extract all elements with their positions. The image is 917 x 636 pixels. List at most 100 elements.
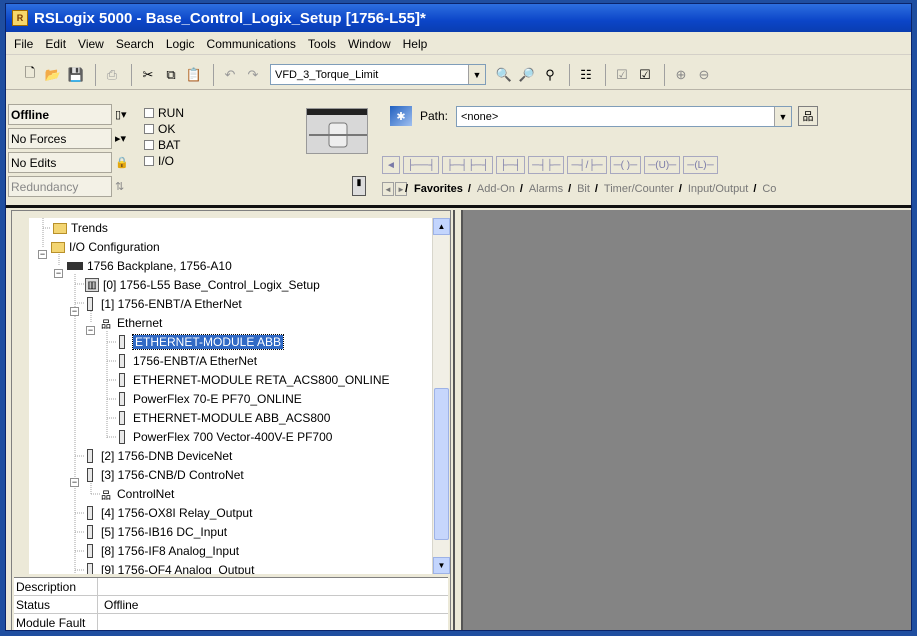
open-icon[interactable]: 📂 xyxy=(43,65,63,85)
tab-add-on[interactable]: Add-On xyxy=(468,183,523,195)
tree-item-controller[interactable]: ▥ [0] 1756-L55 Base_Control_Logix_Setup xyxy=(85,276,320,294)
keyswitch-button[interactable]: ▮ xyxy=(352,176,366,196)
paste-icon[interactable]: 📋 xyxy=(184,65,204,85)
undo-icon[interactable]: ↶ xyxy=(220,65,240,85)
chevron-down-icon[interactable]: ▼ xyxy=(468,65,485,84)
tree-item-label: [8] 1756-IF8 Analog_Input xyxy=(101,544,240,558)
redo-icon[interactable]: ↷ xyxy=(243,65,263,85)
tree-item-io-configuration[interactable]: I/O Configuration xyxy=(51,238,160,256)
ote-icon[interactable]: ─( )─ xyxy=(609,156,642,174)
redundancy-status[interactable]: Redundancy ⇅ xyxy=(8,176,124,197)
menu-view[interactable]: View xyxy=(72,37,110,51)
mode-status[interactable]: Offline ▯▾ xyxy=(8,104,127,125)
module-icon xyxy=(119,335,125,349)
run-indicator: RUN xyxy=(144,106,184,120)
tab-bit[interactable]: Bit xyxy=(568,183,598,195)
find-icon[interactable]: 🔍 xyxy=(494,65,514,85)
ok-label: OK xyxy=(158,122,176,136)
menu-tools[interactable]: Tools xyxy=(302,37,342,51)
tree-item-controlnet[interactable]: 品 ControlNet xyxy=(99,485,174,503)
tree-item-label: [5] 1756-IB16 DC_Input xyxy=(101,525,228,539)
zoom-out-icon[interactable]: ⊖ xyxy=(694,65,714,85)
menu-window[interactable]: Window xyxy=(342,37,397,51)
tree-item-reta-acs800[interactable]: ETHERNET-MODULE RETA_ACS800_ONLINE xyxy=(115,371,390,389)
mode-dropdown-icon[interactable]: ▯▾ xyxy=(115,108,131,121)
module-icon xyxy=(87,506,93,520)
tree-item-ethernet-module-abb[interactable]: ETHERNET-MODULE ABB xyxy=(115,333,285,351)
copy-icon[interactable]: ⧉ xyxy=(161,65,181,85)
splitter[interactable] xyxy=(453,210,463,630)
replace-icon[interactable]: ⚲ xyxy=(540,65,560,85)
collapse-cnb-module[interactable]: − xyxy=(70,478,79,487)
tree-item-trends[interactable]: Trends xyxy=(53,219,108,237)
tab-favorites[interactable]: Favorites xyxy=(405,183,471,195)
tree-item-enbt[interactable]: [1] 1756-ENBT/A EtherNet xyxy=(83,295,242,313)
tab-input-output[interactable]: Input/Output xyxy=(679,183,757,195)
collapse-io-configuration[interactable]: − xyxy=(38,250,47,259)
otu-icon[interactable]: ─(U)─ xyxy=(644,156,681,174)
tree-scrollbar[interactable]: ▲ ▼ xyxy=(432,218,450,574)
tab-alarms[interactable]: Alarms xyxy=(520,183,571,195)
tree-item-backplane[interactable]: 1756 Backplane, 1756-A10 xyxy=(67,257,232,275)
scroll-down-icon[interactable]: ▼ xyxy=(433,557,450,574)
tree-item-pf700[interactable]: PowerFlex 700 Vector-400V-E PF700 xyxy=(115,428,332,446)
communications-path-icon[interactable]: ✱ xyxy=(390,106,412,126)
collapse-enbt-module[interactable]: − xyxy=(70,307,79,316)
menu-file[interactable]: File xyxy=(8,37,39,51)
mode-label: Offline xyxy=(11,107,49,122)
tag-combo[interactable]: VFD_3_Torque_Limit ▼ xyxy=(270,64,486,85)
tree-item-pf70[interactable]: PowerFlex 70-E PF70_ONLINE xyxy=(115,390,302,408)
branch-level-icon[interactable]: ├─┤ xyxy=(495,156,526,174)
collapse-backplane[interactable]: − xyxy=(54,269,63,278)
zoom-in-icon[interactable]: ⊕ xyxy=(671,65,691,85)
forces-dropdown-icon[interactable]: ▸▾ xyxy=(115,132,131,145)
network-tree-icon[interactable]: 品 xyxy=(798,106,818,126)
verify-controller-icon[interactable]: ☑ xyxy=(635,65,655,85)
xic-icon[interactable]: ─┤├─ xyxy=(528,156,565,174)
edits-status[interactable]: No Edits 🔒 xyxy=(8,152,129,173)
save-icon[interactable]: 💾 xyxy=(66,65,86,85)
menu-communications[interactable]: Communications xyxy=(201,37,302,51)
tree-item-ox8i[interactable]: [4] 1756-OX8I Relay_Output xyxy=(83,504,252,522)
path-combo[interactable]: <none> ▼ xyxy=(456,106,792,127)
branch-icon[interactable]: ├─┤├─┤ xyxy=(442,156,493,174)
print-icon[interactable]: ⎙ xyxy=(102,65,122,85)
tree-item-abb-acs800[interactable]: ETHERNET-MODULE ABB_ACS800 xyxy=(115,409,330,427)
forces-status[interactable]: No Forces ▸▾ xyxy=(8,128,126,149)
rung-icon[interactable]: ├──┤ xyxy=(403,156,440,174)
tree-item-cnb[interactable]: [3] 1756-CNB/D ControNet xyxy=(83,466,244,484)
run-led xyxy=(144,108,154,118)
tab-compare[interactable]: Co xyxy=(753,183,784,195)
tree-item-label: ControlNet xyxy=(117,487,175,501)
tree-item-ib16[interactable]: [5] 1756-IB16 DC_Input xyxy=(83,523,227,541)
module-icon xyxy=(87,525,93,539)
menu-help[interactable]: Help xyxy=(397,37,434,51)
tree-item-dnb[interactable]: [2] 1756-DNB DeviceNet xyxy=(83,447,232,465)
ladder-nav-left-icon[interactable]: ◄ xyxy=(382,156,400,174)
title-bar[interactable]: R RSLogix 5000 - Base_Control_Logix_Setu… xyxy=(6,4,911,32)
menu-search[interactable]: Search xyxy=(110,37,160,51)
tab-timer-counter[interactable]: Timer/Counter xyxy=(595,183,682,195)
menu-edit[interactable]: Edit xyxy=(39,37,72,51)
ok-led xyxy=(144,124,154,134)
tab-scroll-left-icon[interactable]: ◄ xyxy=(382,182,394,196)
verify-routine-icon[interactable]: ☑ xyxy=(612,65,632,85)
tree-item-enbt-ethernet[interactable]: 1756-ENBT/A EtherNet xyxy=(115,352,257,370)
scrollbar-thumb[interactable] xyxy=(434,388,449,540)
collapse-ethernet[interactable]: − xyxy=(86,326,95,335)
find-next-icon[interactable]: 🔎 xyxy=(517,65,537,85)
menu-logic[interactable]: Logic xyxy=(160,37,201,51)
chevron-down-icon[interactable]: ▼ xyxy=(774,107,791,126)
scroll-up-icon[interactable]: ▲ xyxy=(433,218,450,235)
tree-item-of4[interactable]: [9] 1756-OF4 Analog_Output xyxy=(83,561,254,574)
controller-status-panel: Offline ▯▾ No Forces ▸▾ No Edits 🔒 Redun… xyxy=(6,104,376,202)
tree-item-ethernet[interactable]: 品 Ethernet xyxy=(99,314,162,332)
tree-item-if8[interactable]: [8] 1756-IF8 Analog_Input xyxy=(83,542,239,560)
run-label: RUN xyxy=(158,106,184,120)
otl-icon[interactable]: ─(L)─ xyxy=(683,156,718,174)
cut-icon[interactable]: ✂ xyxy=(138,65,158,85)
xio-icon[interactable]: ─┤/├─ xyxy=(567,156,607,174)
new-icon[interactable]: 🗋 xyxy=(20,65,40,85)
verify-icon[interactable]: ☷ xyxy=(576,65,596,85)
io-label: I/O xyxy=(158,154,175,168)
